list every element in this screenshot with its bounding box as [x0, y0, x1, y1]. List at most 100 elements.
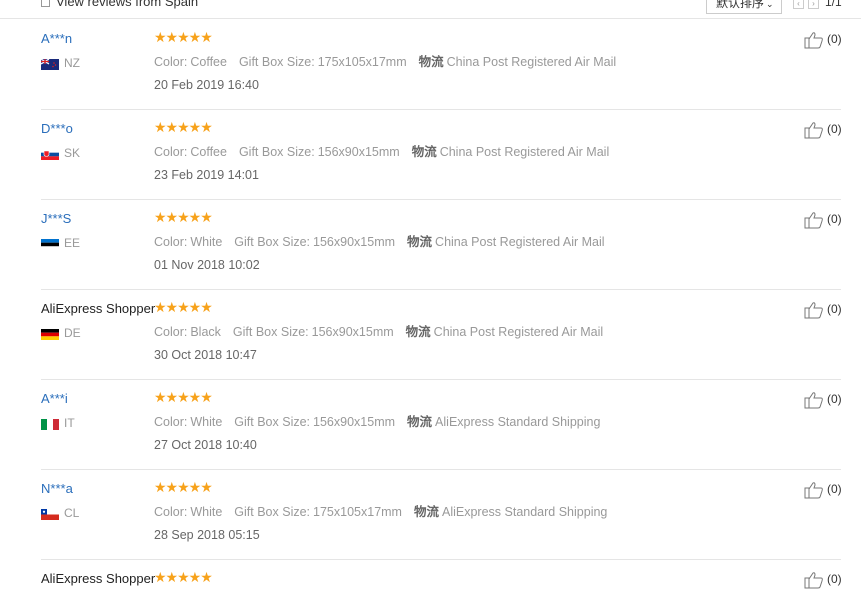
shipping-label: 物流 [411, 145, 437, 159]
reviewer-name-link[interactable]: A***n [41, 31, 72, 46]
like-count: (0) [827, 392, 842, 406]
purchase-info: Color: White Gift Box Size: 175x105x17mm 物流 A… [154, 501, 607, 520]
chevron-down-icon: ⌄ [766, 0, 774, 9]
color-value: White [190, 415, 223, 429]
reviewer-name-link[interactable]: A***i [41, 391, 68, 406]
rating-stars: ★★★★★ [154, 29, 213, 45]
reviewer-country: DE [64, 326, 81, 340]
spain-filter-checkbox[interactable] [41, 0, 50, 7]
reviewer-name: AliExpress Shopper [41, 571, 156, 586]
reviewer-country: SK [64, 146, 81, 160]
size-label: Gift Box Size: [238, 145, 315, 159]
sk-flag-icon [41, 149, 59, 160]
thumbs-up-icon[interactable] [804, 301, 824, 319]
review-date: 30 Oct 2018 10:47 [154, 348, 257, 362]
reviewer-country: IT [64, 416, 75, 430]
sort-label: 默认排序 [716, 0, 765, 10]
thumbs-up-icon[interactable] [804, 121, 824, 139]
size-value: 175x105x17mm [317, 55, 407, 69]
review-filter-bar: View reviews from Spain 默认排序 ⌄ ‹ › 1/1 [0, 0, 861, 19]
review-date: 27 Oct 2018 10:40 [154, 438, 257, 452]
review-item: N***a CL ★★★★★ Color: White Gift Box Size:… [41, 469, 842, 560]
size-value: 156x90x15mm [311, 325, 394, 339]
size-label: Gift Box Size: [232, 325, 309, 339]
rating-stars: ★★★★★ [154, 209, 213, 225]
thumbs-up-icon[interactable] [804, 391, 824, 409]
review-item: A***n NZ ★★★★★ Color: Coffee Gift Box Size… [41, 19, 842, 110]
next-page-button[interactable]: › [808, 0, 819, 9]
shipping-label: 物流 [407, 415, 433, 429]
size-label: Gift Box Size: [238, 55, 315, 69]
size-value: 156x90x15mm [317, 145, 400, 159]
reviewer-name: AliExpress Shopper [41, 301, 156, 316]
shipping-label: 物流 [407, 235, 433, 249]
reviewer-name-link[interactable]: D***o [41, 121, 73, 136]
reviewer-name-link[interactable]: N***a [41, 481, 73, 496]
color-value: Black [190, 325, 221, 339]
shipping-value: AliExpress Standard Shipping [435, 415, 601, 429]
like-count: (0) [827, 32, 842, 46]
review-date: 01 Nov 2018 10:02 [154, 258, 260, 272]
thumbs-up-icon[interactable] [804, 31, 824, 49]
review-item: J***S EE ★★★★★ Color: White Gift Box Size:… [41, 199, 842, 290]
size-label: Gift Box Size: [234, 235, 311, 249]
ee-flag-icon [41, 239, 59, 250]
color-label: Color: [154, 145, 188, 159]
reviewer-country: CL [64, 506, 80, 520]
purchase-info: Color: White Gift Box Size: 156x90x15mm 物流 Ch… [154, 231, 605, 250]
reviewer-name-link[interactable]: J***S [41, 211, 71, 226]
review-item: A***i IT ★★★★★ Color: White Gift Box Size:… [41, 379, 842, 470]
color-label: Color: [154, 55, 188, 69]
rating-stars: ★★★★★ [154, 569, 213, 585]
shipping-value: China Post Registered Air Mail [435, 235, 605, 249]
shipping-value: China Post Registered Air Mail [446, 55, 617, 69]
color-value: White [190, 505, 223, 519]
review-item: D***o SK ★★★★★ Color: Coffee Gift Box Size… [41, 109, 842, 200]
rating-stars: ★★★★★ [154, 389, 213, 405]
prev-page-button[interactable]: ‹ [793, 0, 804, 9]
review-date: 20 Feb 2019 16:40 [154, 78, 259, 92]
size-label: Gift Box Size: [234, 505, 311, 519]
sort-dropdown[interactable]: 默认排序 ⌄ [706, 0, 782, 14]
de-flag-icon [41, 329, 59, 340]
like-count: (0) [827, 572, 842, 586]
thumbs-up-icon[interactable] [804, 571, 824, 589]
shipping-label: 物流 [418, 55, 444, 69]
cl-flag-icon [41, 509, 59, 520]
like-count: (0) [827, 302, 842, 316]
rating-stars: ★★★★★ [154, 479, 213, 495]
like-count: (0) [827, 212, 842, 226]
it-flag-icon [41, 419, 59, 430]
purchase-info: Color: Black Gift Box Size: 156x90x15mm 物流 Ch… [154, 321, 603, 340]
spain-filter-label: View reviews from Spain [56, 0, 199, 9]
page-indicator: 1/1 [825, 0, 842, 9]
shipping-value: AliExpress Standard Shipping [442, 505, 608, 519]
color-label: Color: [154, 235, 188, 249]
shipping-label: 物流 [405, 325, 431, 339]
size-value: 156x90x15mm [313, 235, 396, 249]
purchase-info: Color: White Gift Box Size: 156x90x15mm 物流 Al… [154, 411, 600, 430]
rating-stars: ★★★★★ [154, 119, 213, 135]
purchase-info: Color: Coffee Gift Box Size: 156x90x15mm 物流 C… [154, 141, 609, 160]
color-label: Color: [154, 505, 188, 519]
rating-stars: ★★★★★ [154, 299, 213, 315]
shipping-value: China Post Registered Air Mail [439, 145, 610, 159]
color-value: Coffee [190, 145, 227, 159]
size-value: 156x90x15mm [313, 415, 396, 429]
color-value: White [190, 235, 223, 249]
nz-flag-icon [41, 59, 59, 70]
shipping-value: China Post Registered Air Mail [433, 325, 604, 339]
color-label: Color: [154, 415, 188, 429]
like-count: (0) [827, 482, 842, 496]
review-item: AliExpress Shopper DE ★★★★★ Color: Black G… [41, 289, 842, 380]
size-value: 175x105x17mm [313, 505, 402, 519]
review-date: 28 Sep 2018 05:15 [154, 528, 260, 542]
reviewer-country: EE [64, 236, 81, 250]
thumbs-up-icon[interactable] [804, 211, 824, 229]
size-label: Gift Box Size: [234, 415, 311, 429]
review-item: AliExpress Shopper ★★★★★ (0) [41, 559, 842, 590]
purchase-info: Color: Coffee Gift Box Size: 175x105x17mm 物流… [154, 51, 616, 70]
thumbs-up-icon[interactable] [804, 481, 824, 499]
shipping-label: 物流 [413, 505, 439, 519]
reviewer-country: NZ [64, 56, 80, 70]
